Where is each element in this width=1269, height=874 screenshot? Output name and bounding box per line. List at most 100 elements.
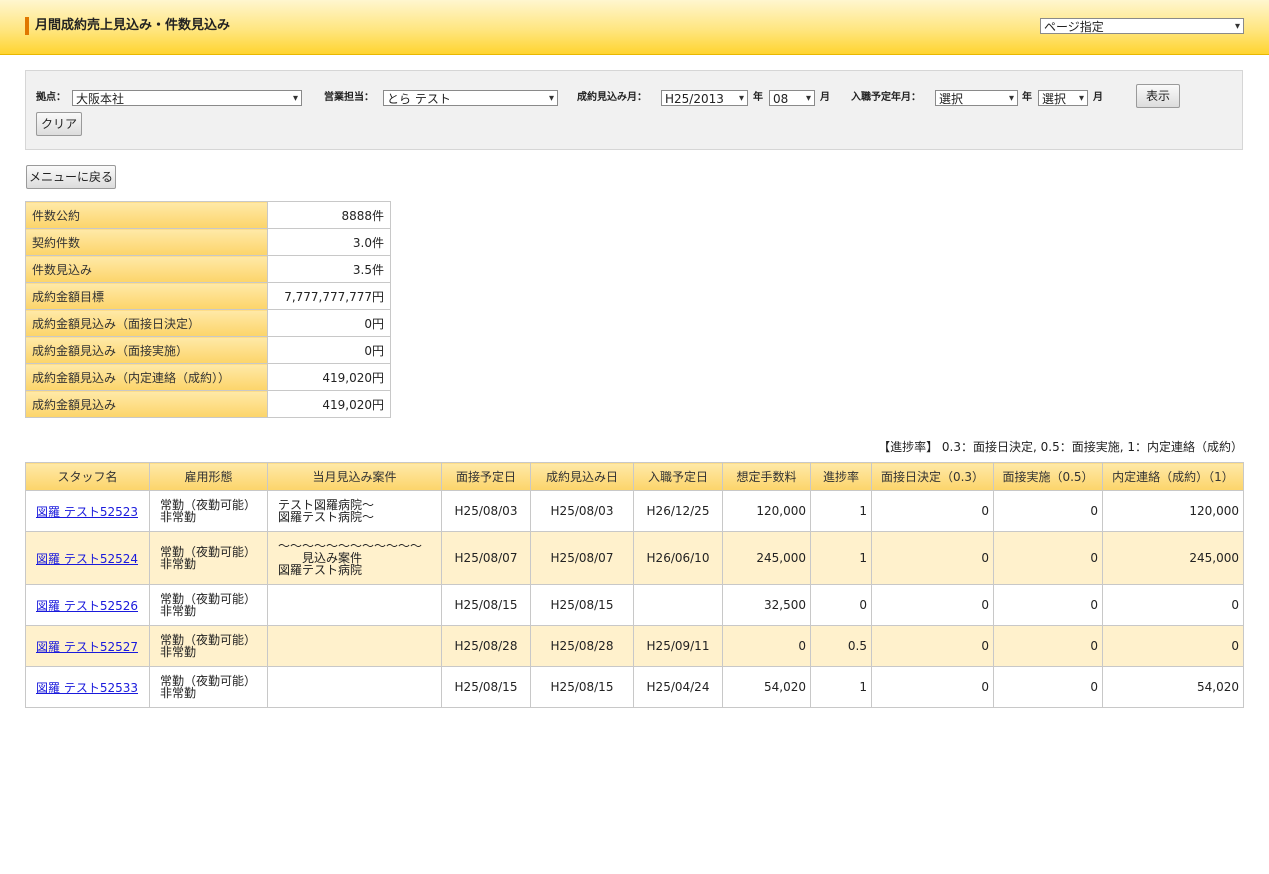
summary-row: 成約金額目標 7,777,777,777円 — [25, 282, 391, 310]
join-date-cell: H25/09/11 — [633, 625, 723, 667]
page-title: 月間成約売上見込み・件数見込み — [35, 18, 231, 33]
join-date-cell: H25/04/24 — [633, 666, 723, 708]
month-select-value: 08 — [773, 92, 789, 106]
staff-name-cell: 図羅 テスト52533 — [25, 666, 150, 708]
join-month-unit: 月 — [1093, 92, 1103, 103]
contract-date-cell: H25/08/15 — [530, 584, 634, 626]
case-cell: テスト図羅病院～ 図羅テスト病院～ — [267, 490, 442, 532]
summary-label: 件数公約 — [25, 201, 268, 229]
staff-label: 営業担当： — [324, 92, 374, 103]
base-select[interactable]: 大阪本社 ▾ — [72, 90, 302, 106]
staff-name-cell: 図羅 テスト52527 — [25, 625, 150, 667]
column-header: 面接予定日 — [441, 462, 531, 491]
summary-value: 0円 — [267, 309, 391, 337]
chevron-down-icon: ▾ — [1008, 93, 1014, 104]
column-header: 進捗率 — [810, 462, 872, 491]
staff-link[interactable]: 図羅 テスト52523 — [30, 505, 138, 519]
column-header: 面接実施（0.5） — [993, 462, 1103, 491]
show-button[interactable]: 表示 — [1136, 84, 1180, 108]
summary-label: 件数見込み — [25, 255, 268, 283]
staff-select[interactable]: とら テスト ▾ — [383, 90, 558, 106]
summary-label: 成約金額目標 — [25, 282, 268, 310]
summary-value: 3.0件 — [267, 228, 391, 256]
clear-button[interactable]: クリア — [36, 112, 82, 136]
join-month-select[interactable]: 選択 ▾ — [1038, 90, 1088, 106]
join-date-cell: H26/06/10 — [633, 531, 723, 585]
join-year-unit: 年 — [1022, 92, 1032, 103]
contract-month-label: 成約見込み月： — [577, 92, 647, 103]
table-row: 図羅 テスト52527 常勤（夜勤可能） 非常勤 H25/08/28 H25/08… — [25, 625, 1244, 667]
staff-link[interactable]: 図羅 テスト52524 — [30, 552, 138, 566]
staff-name-cell: 図羅 テスト52524 — [25, 531, 150, 585]
year-select-value: H25/2013 — [665, 92, 724, 106]
year-unit: 年 — [753, 92, 763, 103]
page-select-value: ページ指定 — [1044, 20, 1104, 34]
employment-cell: 常勤（夜勤可能） 非常勤 — [149, 625, 268, 667]
fee-cell: 245,000 — [722, 531, 811, 585]
join-date-cell — [633, 584, 723, 626]
summary-value: 3.5件 — [267, 255, 391, 283]
staff-link[interactable]: 図羅 テスト52527 — [30, 640, 138, 654]
interview-date-cell: H25/08/03 — [441, 490, 531, 532]
interview-held-cell: 0 — [993, 531, 1103, 585]
summary-value: 7,777,777,777円 — [267, 282, 391, 310]
employment-line: 非常勤 — [160, 645, 197, 659]
fee-cell: 0 — [722, 625, 811, 667]
offer-cell: 0 — [1102, 625, 1244, 667]
page-header: 月間成約売上見込み・件数見込み ページ指定 ▾ — [0, 0, 1269, 55]
offer-cell: 0 — [1102, 584, 1244, 626]
employment-line: 非常勤 — [160, 604, 197, 618]
interview-date-cell: H25/08/15 — [441, 666, 531, 708]
employment-cell: 常勤（夜勤可能） 非常勤 — [149, 666, 268, 708]
month-select[interactable]: 08 ▾ — [769, 90, 815, 106]
join-year-select-value: 選択 — [939, 92, 964, 106]
interview-date-cell: H25/08/15 — [441, 584, 531, 626]
employment-cell: 常勤（夜勤可能） 非常勤 — [149, 490, 268, 532]
summary-value: 419,020円 — [267, 390, 391, 418]
chevron-down-icon: ▾ — [805, 93, 811, 104]
staff-link[interactable]: 図羅 テスト52533 — [30, 681, 138, 695]
case-cell — [267, 625, 442, 667]
table-header-row: スタッフ名 雇用形態 当月見込み案件 面接予定日 成約見込み日 入職予定日 想定… — [25, 462, 1244, 491]
chevron-down-icon: ▾ — [738, 93, 744, 104]
summary-value: 419,020円 — [267, 363, 391, 391]
join-year-select[interactable]: 選択 ▾ — [935, 90, 1018, 106]
year-select[interactable]: H25/2013 ▾ — [661, 90, 748, 106]
progress-legend-note: 【進捗率】 0.3：面接日決定, 0.5：面接実施, 1：内定連絡（成約） — [878, 440, 1243, 454]
back-to-menu-button[interactable]: メニューに戻る — [26, 165, 116, 189]
progress-rate-cell: 0 — [810, 584, 872, 626]
staff-table: スタッフ名 雇用形態 当月見込み案件 面接予定日 成約見込み日 入職予定日 想定… — [25, 462, 1244, 708]
offer-cell: 245,000 — [1102, 531, 1244, 585]
employment-line: 非常勤 — [160, 557, 197, 571]
staff-link[interactable]: 図羅 テスト52526 — [30, 599, 138, 613]
chevron-down-icon: ▾ — [1234, 21, 1240, 32]
summary-row: 成約金額見込み（面接日決定） 0円 — [25, 309, 391, 337]
case-cell — [267, 666, 442, 708]
interview-decided-cell: 0 — [871, 666, 994, 708]
table-row: 図羅 テスト52533 常勤（夜勤可能） 非常勤 H25/08/15 H25/08… — [25, 666, 1244, 708]
page-select[interactable]: ページ指定 ▾ — [1040, 18, 1244, 34]
summary-row: 件数見込み 3.5件 — [25, 255, 391, 283]
employment-cell: 常勤（夜勤可能） 非常勤 — [149, 531, 268, 585]
table-row: 図羅 テスト52523 常勤（夜勤可能） 非常勤 テスト図羅病院～ 図羅テスト病院～… — [25, 490, 1244, 532]
title-accent-bar — [25, 17, 29, 35]
interview-decided-cell: 0 — [871, 625, 994, 667]
employment-cell: 常勤（夜勤可能） 非常勤 — [149, 584, 268, 626]
interview-decided-cell: 0 — [871, 490, 994, 532]
offer-cell: 54,020 — [1102, 666, 1244, 708]
summary-label: 成約金額見込み（面接日決定） — [25, 309, 268, 337]
summary-row: 成約金額見込み（面接実施） 0円 — [25, 336, 391, 364]
contract-date-cell: H25/08/15 — [530, 666, 634, 708]
column-header: 雇用形態 — [149, 462, 268, 491]
column-header: 想定手数料 — [722, 462, 811, 491]
column-header: 入職予定日 — [633, 462, 723, 491]
join-month-select-value: 選択 — [1042, 92, 1067, 106]
column-header: 面接日決定（0.3） — [871, 462, 994, 491]
chevron-down-icon: ▾ — [548, 93, 554, 104]
contract-date-cell: H25/08/03 — [530, 490, 634, 532]
base-select-value: 大阪本社 — [76, 92, 125, 106]
progress-rate-cell: 0.5 — [810, 625, 872, 667]
case-line: 図羅テスト病院～ — [278, 510, 375, 524]
staff-select-value: とら テスト — [387, 92, 451, 106]
column-header: 内定連絡（成約）（1） — [1102, 462, 1244, 491]
